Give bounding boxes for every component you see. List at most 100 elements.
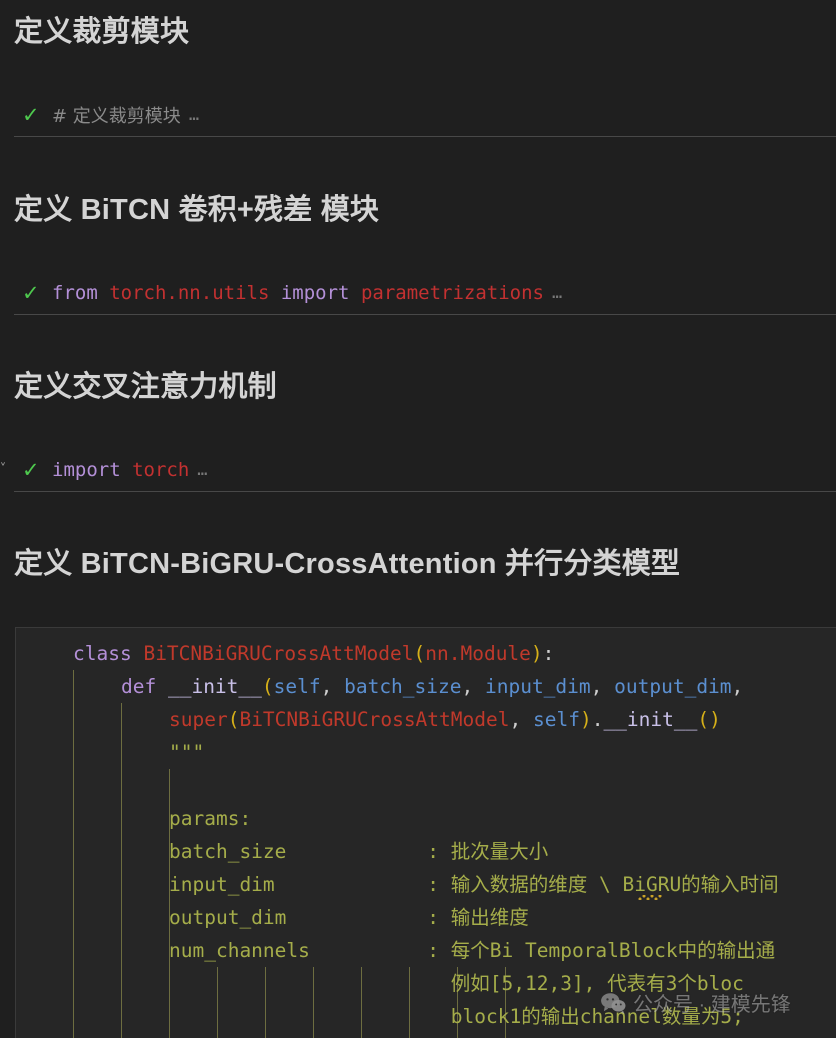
code-line-text: """ <box>169 736 204 769</box>
code-line-text: output_dim : 输出维度 <box>169 901 529 934</box>
code-line-text: batch_size : 批次量大小 <box>169 835 548 868</box>
code-token: torch <box>109 282 167 304</box>
markdown-heading-2: 定义 BiTCN 卷积+残差 模块 <box>14 194 380 226</box>
cell-divider-3 <box>14 491 836 492</box>
code-token: ( <box>697 708 710 731</box>
code-token: . <box>166 282 178 304</box>
code-token: BiTCNBiGRUCrossAttModel <box>239 708 510 731</box>
indent-guide <box>121 868 122 901</box>
code-token: self <box>532 708 580 731</box>
indent-guide <box>169 769 170 802</box>
code-line-text: input_dim : 输入数据的维度 \ BiGRU的输入时间 <box>169 868 779 901</box>
code-token: ( <box>413 642 426 665</box>
run-success-check-icon: ✓ <box>22 458 40 482</box>
indent-guide <box>121 703 122 736</box>
cell-ellipsis-1[interactable]: … <box>189 105 200 125</box>
code-token: super <box>169 708 228 731</box>
code-token: , <box>461 675 485 698</box>
indent-guide <box>121 802 122 835</box>
code-token: BiTCNBiGRUCrossAttModel <box>143 642 414 665</box>
indent-guide <box>73 1033 74 1038</box>
indent-guide <box>73 934 74 967</box>
indent-guide <box>73 901 74 934</box>
cell-ellipsis-2[interactable]: … <box>552 283 563 303</box>
cell-ellipsis-3[interactable]: … <box>197 460 208 480</box>
chevron-down-icon[interactable]: ˅ <box>0 462 11 478</box>
indent-guide <box>121 1000 122 1033</box>
code-token: import <box>280 282 361 304</box>
code-token: , <box>731 675 744 698</box>
notebook-page: 定义裁剪模块 ✓ # 定义裁剪模块 … 定义 BiTCN 卷积+残差 模块 ✓ … <box>0 0 836 1038</box>
markdown-heading-3: 定义交叉注意力机制 <box>14 371 277 403</box>
indent-guide <box>121 1033 122 1038</box>
indent-guide <box>121 736 122 769</box>
run-success-check-icon: ✓ <box>22 281 40 305</box>
code-token: class <box>73 642 144 665</box>
indent-guide <box>73 769 74 802</box>
code-line-text: block1的输出channel数量为5; <box>169 1000 744 1033</box>
code-token: 例如[5,12,3], 代表有3个bloc <box>169 972 744 995</box>
code-token: __init__ <box>603 708 698 731</box>
indent-guide <box>73 802 74 835</box>
code-token: output_dim : 输出维度 <box>169 906 529 929</box>
indent-guide <box>121 967 122 1000</box>
code-token: ) <box>579 708 592 731</box>
code-line-text: super(BiTCNBiGRUCrossAttModel, self).__i… <box>169 703 721 736</box>
code-token: : <box>542 642 555 665</box>
code-token: ( <box>261 675 274 698</box>
code-token: batch_size : 批次量大小 <box>169 840 549 863</box>
code-token: block1的输出channel数量为5; <box>169 1005 744 1028</box>
code-token: batch_size <box>344 675 462 698</box>
code-token: self <box>273 675 321 698</box>
code-token: params: <box>169 807 252 830</box>
indent-guide <box>73 736 74 769</box>
indent-guide <box>121 835 122 868</box>
code-token: num_channels : 每个Bi TemporalBlock中的输出通 <box>169 939 776 962</box>
code-token: input_dim : 输入数据的维度 \ BiGRU的输入时间 <box>169 873 779 896</box>
code-token: input_dim <box>484 675 591 698</box>
markdown-heading-4: 定义 BiTCN-BiGRU-CrossAttention 并行分类模型 <box>14 548 681 580</box>
indent-guide <box>73 703 74 736</box>
code-token: , <box>320 675 345 698</box>
code-token: . <box>448 642 461 665</box>
collapsed-code-cell-2[interactable]: ✓ from torch.nn.utils import parametriza… <box>0 276 836 310</box>
indent-guide <box>73 868 74 901</box>
code-token: , <box>509 708 533 731</box>
indent-guide <box>73 967 74 1000</box>
code-token: ) <box>709 708 721 731</box>
collapsed-code-cell-3[interactable]: ˅ ✓ import torch … <box>0 453 836 487</box>
code-token: __init__ <box>167 675 262 698</box>
code-line-text: num_channels : 每个Bi TemporalBlock中的输出通 <box>169 934 775 967</box>
indent-guide <box>121 901 122 934</box>
code-token: # 定义裁剪模块 <box>52 106 181 127</box>
error-squiggle <box>638 895 662 900</box>
indent-guide <box>73 670 74 703</box>
code-token: . <box>591 708 604 731</box>
cell-code-preview-2: from torch.nn.utils import parametrizati… <box>52 282 544 304</box>
indent-guide <box>73 835 74 868</box>
code-line-text: def __init__(self, batch_size, input_dim… <box>121 670 743 703</box>
code-token: torch <box>132 459 190 481</box>
code-token: from <box>52 282 110 304</box>
code-token: , <box>590 675 615 698</box>
code-token: import <box>52 459 133 481</box>
code-token: Module <box>460 642 531 665</box>
code-token: nn <box>425 642 449 665</box>
markdown-heading-1: 定义裁剪模块 <box>14 16 190 48</box>
code-line-text: 例如[5,12,3], 代表有3个bloc <box>169 967 744 1000</box>
cell-divider-2 <box>14 314 836 315</box>
code-token: output_dim <box>614 675 732 698</box>
code-editor-block[interactable]: class BiTCNBiGRUCrossAttModel(nn.Module)… <box>15 627 836 1038</box>
code-line-text: params: <box>169 802 251 835</box>
cell-code-preview-3: import torch <box>52 459 189 481</box>
code-token: def <box>121 675 168 698</box>
code-token: ( <box>227 708 240 731</box>
code-token: . <box>200 282 213 304</box>
code-token: utils <box>212 282 270 304</box>
collapsed-code-cell-1[interactable]: ✓ # 定义裁剪模块 … <box>0 98 836 132</box>
indent-guide <box>73 1000 74 1033</box>
code-token: ) <box>530 642 543 665</box>
indent-guide <box>121 934 122 967</box>
cell-code-preview-1: # 定义裁剪模块 <box>52 102 181 128</box>
